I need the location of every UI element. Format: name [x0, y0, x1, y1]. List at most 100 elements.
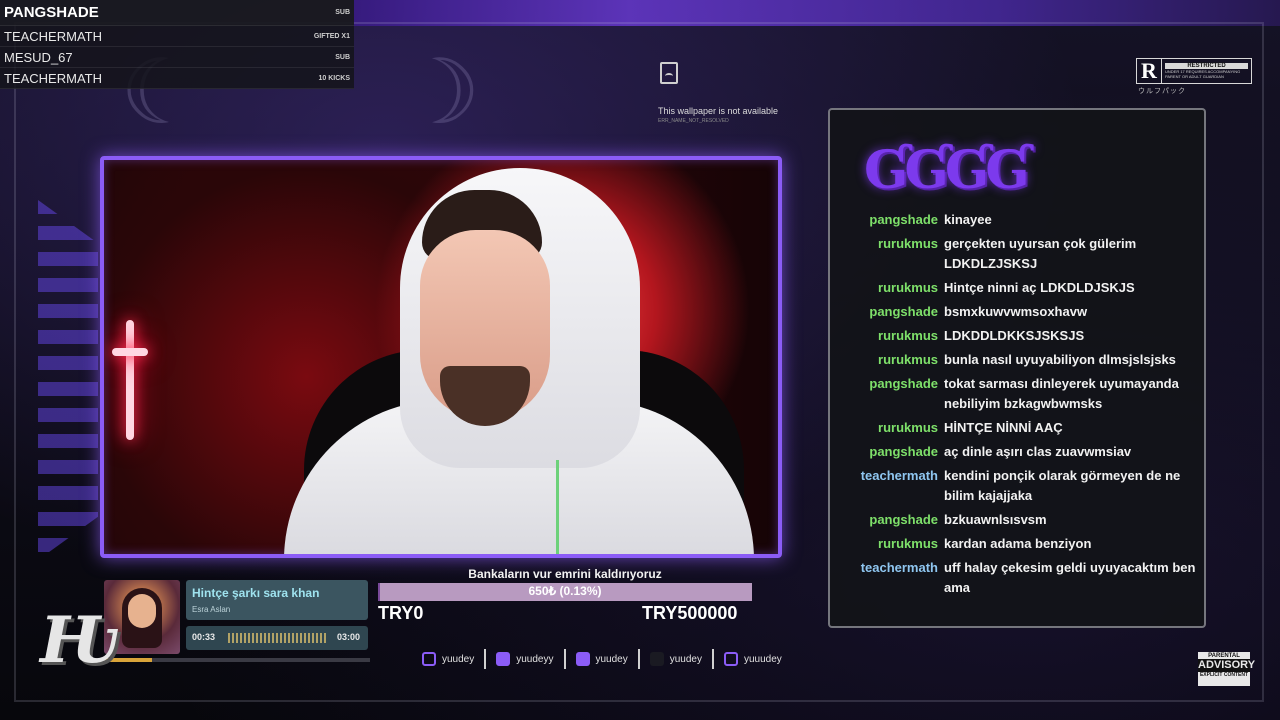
- event-row: MESUD_67 SUB: [0, 47, 354, 68]
- song-title: Hintçe şarkı sara khan: [192, 586, 320, 600]
- social-handle: yuuudey: [744, 653, 782, 665]
- neon-cross: [112, 320, 148, 440]
- chat-message: pangshade bsmxkuwvwmsoxhavw: [830, 302, 1204, 322]
- social-handle: yuudeyy: [516, 653, 554, 665]
- chat-message: pangshade aç dinle aşırı clas zuavwmsiav: [830, 442, 1204, 462]
- chat-message: pangshade kinayee: [830, 210, 1204, 230]
- event-type: 10 KICKS: [318, 74, 350, 82]
- event-type: GIFTED X1: [313, 32, 350, 40]
- social-link[interactable]: yuuudey: [714, 652, 792, 666]
- goal-max: TRY500000: [642, 603, 738, 623]
- broken-file-icon: [660, 62, 678, 84]
- song-current-time: 00:33: [192, 632, 216, 642]
- chat-username[interactable]: rurukmus: [830, 278, 944, 298]
- twitch-icon: [724, 652, 738, 666]
- chat-text: kardan adama benziyon: [944, 536, 1092, 551]
- chat-text: Hintçe ninni aç LDKDLDJSKJS: [944, 280, 1135, 295]
- chat-message: rurukmus LDKDDLDKKSJSKSJS: [830, 326, 1204, 346]
- event-row: TEACHERMATH 10 KICKS: [0, 68, 354, 89]
- chat-text: aç dinle aşırı clas zuavwmsiav: [944, 444, 1132, 459]
- rating-badge: R RESTRICTED UNDER 17 REQUIRES ACCOMPANY…: [1136, 58, 1252, 84]
- chat-username[interactable]: pangshade: [830, 302, 944, 322]
- social-links: yuudey yuudeyy yuudey yuudey yuuudey: [412, 648, 792, 670]
- event-user: TEACHERMATH: [4, 28, 102, 44]
- earphone-cord: [556, 460, 559, 554]
- chat-username[interactable]: pangshade: [830, 442, 944, 462]
- wallpaper-error-code: ERR_NAME_NOT_RESOLVED: [658, 118, 729, 124]
- chat-logo: ƓƓƓƓ: [864, 140, 1030, 201]
- chat-text: bsmxkuwvwmsoxhavw: [944, 304, 1088, 319]
- chat-text: LDKDDLDKKSJSKSJS: [944, 328, 1085, 343]
- goal-title: Bankaların vur emrini kaldırıyoruz: [468, 567, 662, 581]
- rating-letter: R: [1137, 59, 1162, 83]
- event-user: PANGSHADE: [4, 4, 99, 21]
- chat-username[interactable]: teachermath: [830, 466, 944, 506]
- channel-logo: Ƕ: [40, 603, 119, 678]
- event-user: TEACHERMATH: [4, 70, 102, 86]
- waveform-icon: [228, 633, 328, 643]
- chat-panel[interactable]: ƓƓƓƓ pangshade kinayee rurukmus gerçekten u…: [828, 108, 1206, 628]
- goal-progress-bar: 650₺ (0.13%): [378, 583, 752, 601]
- chat-username[interactable]: pangshade: [830, 210, 944, 230]
- now-playing-widget: Hintçe şarkı sara khan Esra Aslan 00:33 …: [104, 578, 370, 664]
- claw-decoration: ☽: [400, 40, 481, 145]
- chat-username[interactable]: rurukmus: [830, 350, 944, 370]
- chat-message: rurukmus bunla nasıl uyuyabiliyon dlmsjsl…: [830, 350, 1204, 370]
- event-row: PANGSHADE SUB: [0, 0, 354, 26]
- youtube-icon: [575, 652, 590, 666]
- chat-text: uff halay çekesim geldi uyuyacaktım ben …: [944, 560, 1196, 595]
- chat-username[interactable]: rurukmus: [830, 534, 944, 554]
- chat-username[interactable]: pangshade: [830, 374, 944, 414]
- social-handle: yuudey: [669, 653, 702, 665]
- song-total-time: 03:00: [336, 632, 360, 642]
- webcam-frame: [100, 156, 782, 558]
- parental-advisory-badge: PARENTAL ADVISORY EXPLICIT CONTENT: [1198, 652, 1256, 686]
- tiktok-icon: [649, 652, 664, 666]
- chat-message: teachermath kendini ponçik olarak görmeye…: [830, 466, 1204, 506]
- chat-message: pangshade tokat sarması dinleyerek uyumay…: [830, 374, 1204, 414]
- goal-amount: 650₺ (0.13%): [528, 584, 602, 598]
- social-handle: yuudey: [442, 653, 475, 665]
- chat-text: tokat sarması dinleyerek uyumayanda nebi…: [944, 376, 1179, 411]
- song-artist: Esra Aslan: [192, 605, 231, 614]
- rating-subtext: ウルフパック: [1138, 88, 1186, 95]
- event-row: TEACHERMATH GIFTED X1: [0, 26, 354, 47]
- chat-message: rurukmus kardan adama benziyon: [830, 534, 1204, 554]
- goal-min: TRY0: [378, 603, 424, 623]
- chat-message: pangshade bzkuawnlsısvsm: [830, 510, 1204, 530]
- social-link[interactable]: yuudey: [566, 652, 638, 666]
- chevron-decoration: [38, 200, 98, 560]
- event-feed: PANGSHADE SUB TEACHERMATH GIFTED X1 MESU…: [0, 0, 354, 89]
- song-info: Hintçe şarkı sara khan Esra Aslan: [186, 580, 368, 620]
- chat-username[interactable]: rurukmus: [830, 326, 944, 346]
- chat-messages: pangshade kinayee rurukmus gerçekten uyursa…: [830, 210, 1204, 602]
- wallpaper-error-text: This wallpaper is not available: [658, 106, 779, 116]
- social-handle: yuudey: [595, 653, 628, 665]
- song-progress-bar: [104, 658, 370, 662]
- chat-username[interactable]: pangshade: [830, 510, 944, 530]
- event-type: SUB: [335, 9, 350, 16]
- event-user: MESUD_67: [4, 49, 73, 65]
- rating-desc: UNDER 17 REQUIRES ACCOMPANYING PARENT OR…: [1165, 69, 1241, 79]
- chat-message: rurukmus Hintçe ninni aç LDKDLDJSKJS: [830, 278, 1204, 298]
- chat-text: bunla nasıl uyuyabiliyon dlmsjslsjsks: [944, 352, 1176, 367]
- twitter-icon: [496, 652, 511, 666]
- instagram-icon: [422, 652, 436, 666]
- social-link[interactable]: yuudey: [412, 652, 484, 666]
- chat-message: teachermath uff halay çekesim geldi uyuya…: [830, 558, 1204, 598]
- advisory-line2: ADVISORY: [1198, 659, 1256, 672]
- chat-text: gerçekten uyursan çok gülerim LDKDLZJSKS…: [944, 236, 1137, 271]
- wallpaper-error: This wallpaper is not available ERR_NAME…: [650, 62, 790, 124]
- social-link[interactable]: yuudey: [640, 652, 712, 666]
- chat-message: rurukmus gerçekten uyursan çok gülerim LD…: [830, 234, 1204, 274]
- chat-text: bzkuawnlsısvsm: [944, 512, 1047, 527]
- event-type: SUB: [335, 53, 350, 61]
- chat-username[interactable]: teachermath: [830, 558, 944, 598]
- chat-text: kendini ponçik olarak görmeyen de ne bil…: [944, 468, 1181, 503]
- social-link[interactable]: yuudeyy: [486, 652, 563, 666]
- chat-username[interactable]: rurukmus: [830, 234, 944, 274]
- chat-text: HİNTÇE NİNNİ AAÇ: [944, 420, 1063, 435]
- chat-message: rurukmus HİNTÇE NİNNİ AAÇ: [830, 418, 1204, 438]
- song-timeline: 00:33 03:00: [186, 626, 368, 650]
- chat-username[interactable]: rurukmus: [830, 418, 944, 438]
